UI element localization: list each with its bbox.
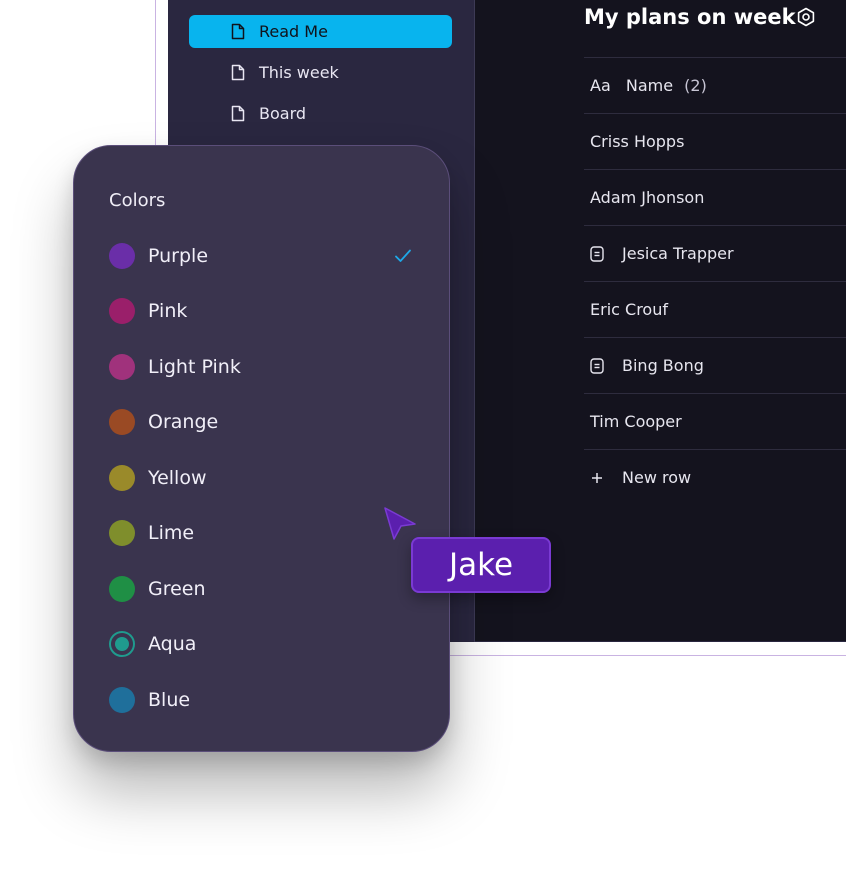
- color-swatch: [109, 465, 135, 491]
- color-swatch: [109, 576, 135, 602]
- color-option-pink[interactable]: Pink: [109, 293, 419, 329]
- row-name: Jesica Trapper: [622, 244, 734, 263]
- collaborator-name-tag: Jake: [411, 537, 551, 593]
- plus-icon: [592, 473, 602, 483]
- document-icon: [231, 23, 245, 40]
- color-option-lime[interactable]: Lime: [109, 515, 419, 551]
- color-swatch: [109, 243, 135, 269]
- sidebar-item-read-me[interactable]: Read Me: [189, 15, 452, 48]
- table-row[interactable]: Jesica Trapper: [584, 225, 846, 281]
- row-name: Adam Jhonson: [590, 188, 705, 207]
- color-label: Blue: [148, 689, 191, 711]
- color-option-purple[interactable]: Purple: [109, 238, 419, 274]
- new-row-label: New row: [622, 468, 692, 487]
- column-count: (2): [684, 76, 707, 95]
- column-label: Name: [625, 76, 674, 95]
- row-name: Eric Crouf: [590, 300, 668, 319]
- sidebar-item-label: This week: [259, 63, 339, 82]
- page-title: My plans on week: [584, 5, 796, 29]
- row-name: Tim Cooper: [590, 412, 682, 431]
- color-label: Orange: [148, 411, 219, 433]
- color-swatch: [109, 687, 135, 713]
- sidebar-item-label: Board: [259, 104, 307, 123]
- sidebar-item-board[interactable]: Board: [189, 97, 452, 130]
- table-row[interactable]: Tim Cooper: [584, 393, 846, 449]
- colors-menu: Colors Purple Pink Light Pink Orange Yel…: [73, 145, 450, 752]
- color-option-light-pink[interactable]: Light Pink: [109, 349, 419, 385]
- color-option-green[interactable]: Green: [109, 571, 419, 607]
- table-row[interactable]: Eric Crouf: [584, 281, 846, 337]
- colors-menu-title: Colors: [109, 190, 166, 211]
- color-label: Green: [148, 578, 206, 600]
- color-swatch: [109, 354, 135, 380]
- color-option-orange[interactable]: Orange: [109, 404, 419, 440]
- table-row[interactable]: Adam Jhonson: [584, 169, 846, 225]
- new-row-button[interactable]: New row: [584, 449, 846, 505]
- settings-hexagon-icon[interactable]: [796, 7, 816, 27]
- color-option-aqua[interactable]: Aqua: [109, 626, 419, 662]
- page-icon: [590, 246, 604, 262]
- cursor-pointer-icon: [384, 507, 416, 540]
- stage: Read Me This week Board My plans on week: [0, 0, 846, 874]
- color-option-blue[interactable]: Blue: [109, 682, 419, 718]
- table-row[interactable]: Criss Hopps: [584, 113, 846, 169]
- text-type-icon: Aa: [590, 76, 611, 95]
- sidebar-item-this-week[interactable]: This week: [189, 56, 452, 89]
- color-option-yellow[interactable]: Yellow: [109, 460, 419, 496]
- name-column-header: Aa Name (2): [590, 76, 707, 95]
- table-row[interactable]: Bing Bong: [584, 337, 846, 393]
- checkmark-icon: [395, 249, 411, 262]
- color-swatch: [109, 520, 135, 546]
- color-swatch: [109, 631, 135, 657]
- document-icon: [231, 64, 245, 81]
- table-header[interactable]: Aa Name (2): [584, 57, 846, 113]
- color-label: Lime: [148, 522, 195, 544]
- color-label: Yellow: [148, 467, 207, 489]
- color-label: Light Pink: [148, 356, 241, 378]
- row-name: Bing Bong: [622, 356, 704, 375]
- color-label: Pink: [148, 300, 188, 322]
- color-swatch: [109, 298, 135, 324]
- sidebar-item-label: Read Me: [259, 22, 328, 41]
- row-name: Criss Hopps: [590, 132, 685, 151]
- page-icon: [590, 358, 604, 374]
- color-label: Purple: [148, 245, 209, 267]
- color-label: Aqua: [148, 633, 197, 655]
- color-swatch: [109, 409, 135, 435]
- document-icon: [231, 105, 245, 122]
